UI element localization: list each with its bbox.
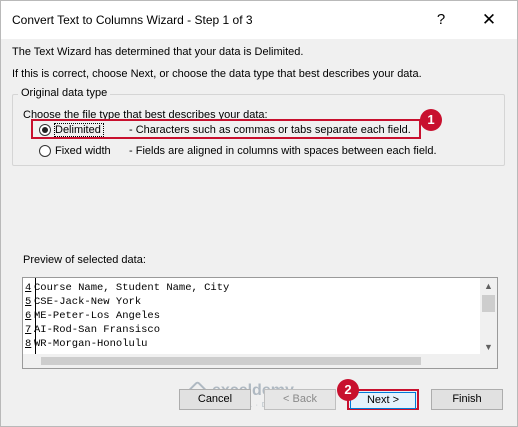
scroll-thumb[interactable] bbox=[482, 295, 495, 312]
vertical-scrollbar[interactable]: ▲ ▼ bbox=[480, 278, 497, 355]
preview-label: Preview of selected data: bbox=[23, 254, 146, 266]
radio-button-unchecked[interactable] bbox=[39, 145, 51, 157]
help-icon[interactable]: ? bbox=[427, 7, 455, 33]
back-button[interactable]: < Back bbox=[264, 389, 336, 410]
row-number: 4 bbox=[25, 282, 32, 294]
row-text: AI-Rod-San Fransisco bbox=[34, 324, 161, 336]
row-number: 7 bbox=[25, 324, 32, 336]
close-icon[interactable]: ✕ bbox=[475, 7, 503, 33]
row-number: 5 bbox=[25, 296, 32, 308]
radio-fixed-width[interactable]: Fixed width - Fields are aligned in colu… bbox=[39, 143, 437, 159]
horizontal-scrollbar[interactable] bbox=[22, 354, 498, 369]
group-label: Original data type bbox=[18, 87, 111, 99]
cancel-button[interactable]: Cancel bbox=[179, 389, 251, 410]
intro-line-1: The Text Wizard has determined that your… bbox=[12, 46, 304, 58]
preview-row: 6 ME-Peter-Los Angeles bbox=[23, 309, 229, 323]
row-text: WR-Morgan-Honolulu bbox=[34, 338, 148, 350]
row-text: ME-Peter-Los Angeles bbox=[34, 310, 161, 322]
column-break-line bbox=[35, 278, 36, 355]
wizard-dialog: Convert Text to Columns Wizard - Step 1 … bbox=[0, 0, 518, 427]
data-preview-pane[interactable]: 4 Course Name, Student Name, City 5 CSE-Ja… bbox=[22, 277, 498, 356]
title-bar: Convert Text to Columns Wizard - Step 1 … bbox=[1, 1, 517, 39]
preview-row: 8 WR-Morgan-Honolulu bbox=[23, 337, 229, 351]
intro-line-2: If this is correct, choose Next, or choo… bbox=[12, 68, 422, 80]
preview-rows: 4 Course Name, Student Name, City 5 CSE-Ja… bbox=[23, 281, 229, 351]
horizontal-scroll-thumb[interactable] bbox=[41, 357, 421, 365]
preview-row: 5 CSE-Jack-New York bbox=[23, 295, 229, 309]
radio-label-fixed-width[interactable]: Fixed width bbox=[55, 145, 127, 157]
row-number: 8 bbox=[25, 338, 32, 350]
preview-row: 4 Course Name, Student Name, City bbox=[23, 281, 229, 295]
highlight-box-delimited bbox=[31, 119, 421, 139]
radio-description-fixed-width: - Fields are aligned in columns with spa… bbox=[129, 145, 437, 157]
window-title: Convert Text to Columns Wizard - Step 1 … bbox=[12, 13, 253, 27]
step-badge-1: 1 bbox=[420, 109, 442, 131]
next-button-label[interactable]: Next > bbox=[350, 392, 416, 409]
step-badge-2: 2 bbox=[337, 379, 359, 401]
row-number: 6 bbox=[25, 310, 32, 322]
scroll-down-icon[interactable]: ▼ bbox=[480, 339, 497, 355]
preview-row: 7 AI-Rod-San Fransisco bbox=[23, 323, 229, 337]
row-text: Course Name, Student Name, City bbox=[34, 282, 230, 294]
row-text: CSE-Jack-New York bbox=[34, 296, 142, 308]
finish-button[interactable]: Finish bbox=[431, 389, 503, 410]
scroll-up-icon[interactable]: ▲ bbox=[480, 278, 497, 294]
